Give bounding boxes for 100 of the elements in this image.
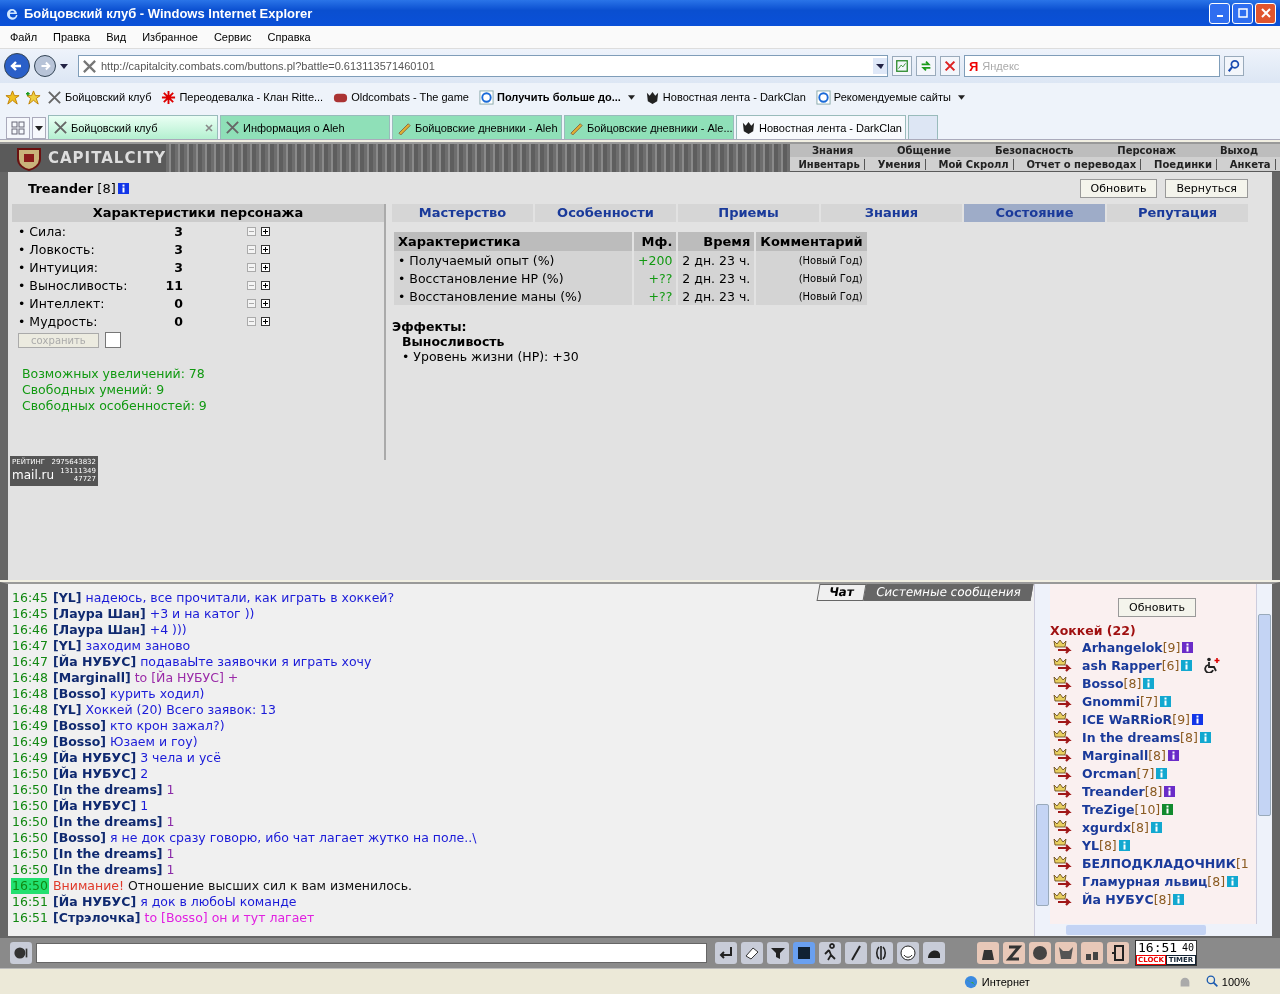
eraser-icon[interactable] (741, 942, 763, 964)
favorite-link[interactable]: Получить больше до... (479, 89, 635, 105)
player-name[interactable]: Йа НУБУС (1082, 891, 1154, 907)
player-name[interactable]: ICE WaRRioR (1082, 711, 1173, 727)
nav-link[interactable]: Инвентарь (794, 158, 865, 170)
nav-link[interactable]: Анкета (1225, 158, 1276, 170)
nav-link[interactable]: Знания (811, 145, 854, 156)
crown-arrow-icon[interactable] (1052, 639, 1074, 655)
maximize-button[interactable] (1232, 2, 1253, 24)
refresh-button[interactable]: Обновить (1118, 598, 1196, 617)
plus-icon[interactable] (261, 298, 270, 308)
nav-link[interactable]: Персонаж (1117, 145, 1177, 156)
chat-tab[interactable]: Системные сообщения (863, 584, 1034, 601)
player-name[interactable]: Treander (1082, 783, 1145, 799)
menu-item[interactable]: Сервис (213, 31, 252, 43)
figure-icon[interactable] (819, 942, 841, 964)
nickname[interactable]: [Стрэлочка] (53, 910, 141, 926)
info-icon[interactable] (1191, 713, 1203, 725)
scrollbar[interactable] (1256, 584, 1272, 924)
browser-tab[interactable]: Бойцовские дневники - Ale... (564, 115, 734, 139)
nickname[interactable]: [Bosso] (53, 718, 107, 734)
checkbox[interactable] (104, 332, 121, 348)
nickname[interactable]: [YL] (53, 590, 82, 606)
tab-list-button[interactable] (32, 117, 46, 139)
nickname[interactable]: [Йа НУБУС] (53, 766, 137, 782)
favorite-link[interactable]: Рекомендуемые сайты (815, 89, 965, 105)
crown-arrow-icon[interactable] (1052, 801, 1074, 817)
close-tab-icon[interactable] (205, 123, 213, 132)
filter-icon[interactable] (767, 942, 789, 964)
chat-tab[interactable]: Чат (816, 584, 867, 601)
slash-icon[interactable] (845, 942, 867, 964)
plus-icon[interactable] (261, 316, 270, 326)
crown-arrow-icon[interactable] (1052, 837, 1074, 853)
tab[interactable]: Репутация (1107, 204, 1250, 222)
bag-icon[interactable] (977, 942, 999, 964)
zoom-level[interactable]: 100% (1205, 975, 1250, 988)
nickname[interactable]: [In the dreams] (53, 862, 163, 878)
nickname[interactable]: [Bosso] (53, 830, 107, 846)
horizontal-scrollbar[interactable] (1050, 924, 1272, 936)
tab[interactable]: Знания (821, 204, 964, 222)
nickname[interactable]: [Йа НУБУС] (53, 798, 137, 814)
chat-input[interactable] (36, 943, 707, 963)
player-name[interactable]: ash Rapper (1082, 657, 1162, 673)
menu-item[interactable]: Избранное (142, 31, 198, 43)
save-icon[interactable] (793, 942, 815, 964)
browser-tab[interactable]: Бойцовские дневники - Aleh (392, 115, 562, 139)
crown-arrow-icon[interactable] (1052, 873, 1074, 889)
crown-arrow-icon[interactable] (1052, 891, 1074, 907)
crown-arrow-icon[interactable] (1052, 765, 1074, 781)
browser-tab[interactable]: Бойцовский клуб (48, 115, 218, 139)
player-name[interactable]: Orcman (1082, 765, 1137, 781)
plus-icon[interactable] (261, 226, 270, 236)
player-name[interactable]: Arhangelok (1082, 639, 1163, 655)
refresh-button[interactable] (916, 56, 936, 76)
plus-icon[interactable] (261, 262, 270, 272)
stop-button[interactable] (940, 56, 960, 76)
nav-link[interactable]: Отчет о переводах (1022, 158, 1142, 170)
nav-link[interactable]: Умения (873, 158, 926, 170)
caret-icon[interactable] (60, 63, 68, 69)
dropdown-icon[interactable] (873, 58, 887, 74)
plus-icon[interactable] (261, 244, 270, 254)
compatibility-button[interactable] (892, 56, 912, 76)
wave-icon[interactable] (871, 942, 893, 964)
add-favorite-icon[interactable] (26, 89, 41, 105)
nickname[interactable]: [In the dreams] (53, 814, 163, 830)
return-icon[interactable] (715, 942, 737, 964)
menu-item[interactable]: Правка (53, 31, 91, 43)
crown-arrow-icon[interactable] (1052, 747, 1074, 763)
address-field[interactable]: http://capitalcity.combats.com/buttons.pl?battle=0.613113571460101 (78, 55, 888, 77)
star-icon[interactable] (5, 89, 20, 105)
menu-item[interactable]: Файл (10, 31, 38, 43)
info-icon[interactable] (1182, 641, 1194, 653)
nav-link[interactable]: Безопасность (994, 145, 1074, 156)
nav-link[interactable]: Общение (896, 145, 951, 156)
forward-button[interactable] (34, 55, 56, 77)
action-button[interactable]: Вернуться (1165, 178, 1248, 198)
favorite-link[interactable]: Новостная лента - DarkClan (644, 89, 806, 105)
player-name[interactable]: xgurdx (1082, 819, 1132, 835)
player-name[interactable]: Gnommi (1082, 693, 1141, 709)
favorite-link[interactable]: Переодевалка - Клан Ritte... (161, 89, 324, 105)
close-button[interactable] (1255, 2, 1276, 24)
nickname[interactable]: [Йа НУБУС] (53, 894, 137, 910)
player-name[interactable]: БЕЛПОДКЛАДОЧНИК (1082, 855, 1236, 871)
nickname[interactable]: [Йа НУБУС] (53, 750, 137, 766)
tab[interactable]: Мастерство (392, 204, 535, 222)
tab[interactable]: Состояние (964, 204, 1107, 222)
minimize-button[interactable] (1209, 2, 1230, 24)
crown-arrow-icon[interactable] (1052, 729, 1074, 745)
crown-arrow-icon[interactable] (1052, 819, 1074, 835)
back-button[interactable] (4, 53, 30, 79)
speaker-icon[interactable] (10, 942, 32, 964)
player-name[interactable]: Marginall (1082, 747, 1149, 763)
exit-icon[interactable] (1107, 942, 1129, 964)
tab[interactable]: Особенности (535, 204, 678, 222)
nickname[interactable]: [Bosso] (53, 686, 107, 702)
crown-arrow-icon[interactable] (1052, 693, 1074, 709)
player-name[interactable]: Bosso (1082, 675, 1124, 691)
info-icon[interactable] (1167, 749, 1179, 761)
nickname[interactable]: [Йа НУБУС] (53, 654, 137, 670)
nav-link[interactable]: Выход (1219, 145, 1258, 156)
